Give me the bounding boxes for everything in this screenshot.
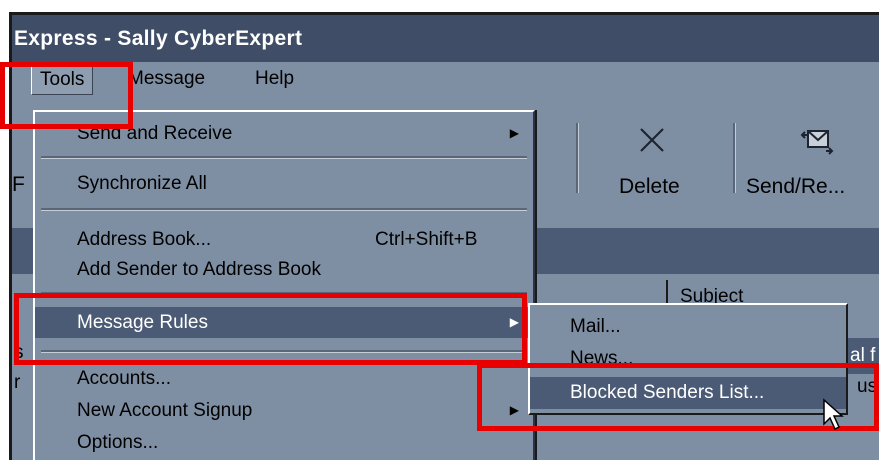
screenshot-stage: Express - Sally CyberExpert Tools Messag… [0,0,879,460]
send-receive-icon [800,125,834,163]
menu-separator [41,208,527,211]
menu-item-options[interactable]: Options... [35,427,533,458]
delete-x-icon [639,127,665,161]
submenu-item-news[interactable]: News... [530,343,846,375]
menu-item-label: Options... [77,432,159,453]
menu-item-label: Accounts... [77,368,171,389]
submenu-item-label: Mail... [570,316,621,337]
toolbar-separator [733,123,736,193]
selected-message-cell[interactable]: al f [846,338,879,374]
menu-item-label: Address Book... [77,229,212,250]
menu-help[interactable]: Help [247,62,302,95]
send-receive-button[interactable]: Send/Re... [740,115,879,203]
menu-item-label: Message Rules [77,312,208,333]
menu-item-send-and-receive[interactable]: Send and Receive ▶ [35,118,533,149]
menu-separator [41,156,527,159]
list-peek-right-2: us' [857,376,879,397]
message-rules-submenu: Mail... News... Blocked Senders List... [528,303,848,415]
menu-message[interactable]: Message [120,62,213,95]
mouse-pointer-icon [822,398,846,437]
send-receive-button-label: Send/Re... [746,175,846,198]
list-peek-left-1: s [14,342,24,363]
tools-menu-dropdown: Send and Receive ▶ Synchronize All Addre… [33,110,535,460]
window-title: Express - Sally CyberExpert [14,27,303,50]
submenu-arrow-icon: ▶ [509,403,519,417]
submenu-item-label: News... [570,348,634,369]
toolbar-separator [576,123,579,193]
delete-button-label: Delete [619,175,680,198]
menu-message-label: Message [128,68,206,89]
menu-item-synchronize-all[interactable]: Synchronize All [35,168,533,199]
menu-item-add-sender[interactable]: Add Sender to Address Book [35,254,533,285]
menu-item-label: New Account Signup [77,400,253,421]
submenu-arrow-icon: ▶ [509,315,519,329]
delete-button[interactable]: Delete [587,115,717,203]
submenu-item-label: Blocked Senders List... [570,382,765,403]
menu-item-address-book[interactable]: Address Book... Ctrl+Shift+B [35,224,533,255]
menu-bar: Tools Message Help [12,62,879,95]
submenu-item-mail[interactable]: Mail... [530,311,846,343]
submenu-arrow-icon: ▶ [509,126,519,140]
title-bar: Express - Sally CyberExpert [12,15,879,62]
menu-item-message-rules[interactable]: Message Rules ▶ [35,307,533,338]
list-peek-right-1: al f [850,345,876,366]
menu-item-accounts[interactable]: Accounts... [35,363,533,394]
menu-item-shortcut: Ctrl+Shift+B [375,229,478,250]
menu-item-new-account-signup[interactable]: New Account Signup ▶ [35,395,533,426]
menu-separator [41,350,527,353]
menu-tools-label: Tools [40,69,85,90]
menu-item-label: Send and Receive [77,123,233,144]
list-peek-left-2: r [14,372,21,393]
toolbar-left-peek: F [12,173,25,196]
menu-item-label: Add Sender to Address Book [77,259,321,280]
submenu-item-blocked-senders[interactable]: Blocked Senders List... [530,377,846,409]
menu-tools[interactable]: Tools [31,62,94,95]
menu-separator [41,292,527,295]
menu-item-label: Synchronize All [77,173,207,194]
menu-help-label: Help [255,68,295,89]
